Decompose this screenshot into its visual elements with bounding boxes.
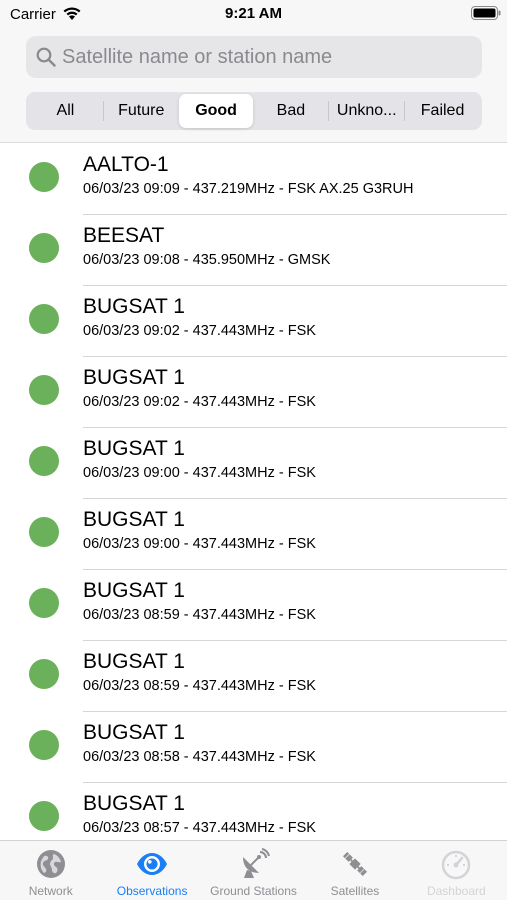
satellite-name: BUGSAT 1: [83, 579, 185, 602]
observation-row[interactable]: BUGSAT 1 06/03/23 08:58 - 437.443MHz - F…: [0, 712, 507, 783]
tab-observations[interactable]: Observations: [101, 841, 202, 900]
search-bar[interactable]: [26, 36, 482, 78]
observation-detail: 06/03/23 09:08 - 435.950MHz - GMSK: [83, 252, 331, 268]
observation-row[interactable]: BUGSAT 1 06/03/23 09:02 - 437.443MHz - F…: [0, 357, 507, 428]
filter-all-label: All: [56, 102, 75, 119]
status-good-indicator: [29, 659, 59, 689]
observation-row[interactable]: BEESAT 06/03/23 09:08 - 435.950MHz - GMS…: [0, 215, 507, 286]
status-bar: Carrier 9:21 AM: [0, 0, 507, 30]
tab-ground-stations[interactable]: Ground Stations: [203, 841, 304, 900]
observation-row[interactable]: BUGSAT 1 06/03/23 09:00 - 437.443MHz - F…: [0, 428, 507, 499]
filter-bad-label: Bad: [276, 102, 306, 119]
satellite-dish-icon: [242, 848, 270, 878]
status-good-indicator: [29, 446, 59, 476]
globe-icon: [36, 850, 65, 878]
status-good-indicator: [29, 730, 59, 760]
filter-failed-label: Failed: [420, 102, 465, 119]
satellite-name: BUGSAT 1: [83, 295, 185, 318]
tab-bar: Network Observations Ground Stations Sat…: [0, 840, 507, 900]
battery-icon: [471, 6, 501, 20]
satellite-name: BEESAT: [83, 224, 165, 247]
tab-observations-label: Observations: [116, 884, 188, 898]
observation-row[interactable]: BUGSAT 1 06/03/23 08:59 - 437.443MHz - F…: [0, 641, 507, 712]
observation-detail: 06/03/23 08:57 - 437.443MHz - FSK: [83, 820, 316, 836]
observations-list[interactable]: AALTO-1 06/03/23 09:09 - 437.219MHz - FS…: [0, 144, 507, 840]
filter-good-label: Good: [195, 102, 237, 119]
filter-all[interactable]: All: [28, 94, 103, 128]
tab-satellites-label: Satellites: [330, 884, 380, 898]
header-area: Carrier 9:21 AM All Future Good Bad Unkn…: [0, 0, 507, 143]
status-good-indicator: [29, 375, 59, 405]
status-good-indicator: [29, 162, 59, 192]
observation-row[interactable]: BUGSAT 1 06/03/23 09:02 - 437.443MHz - F…: [0, 286, 507, 357]
status-good-indicator: [29, 304, 59, 334]
observation-row[interactable]: BUGSAT 1 06/03/23 08:59 - 437.443MHz - F…: [0, 570, 507, 641]
gauge-icon: [442, 850, 471, 880]
tab-network[interactable]: Network: [0, 841, 101, 900]
filter-future[interactable]: Future: [104, 94, 179, 128]
search-input[interactable]: [62, 36, 472, 78]
filter-future-label: Future: [118, 102, 165, 119]
filter-unknown[interactable]: Unkno...: [329, 94, 404, 128]
satellite-icon: [342, 851, 367, 877]
eye-icon: [137, 853, 168, 875]
tab-dashboard-label: Dashboard: [426, 884, 486, 898]
observation-detail: 06/03/23 09:00 - 437.443MHz - FSK: [83, 465, 316, 481]
status-good-indicator: [29, 588, 59, 618]
observation-row[interactable]: BUGSAT 1 06/03/23 09:00 - 437.443MHz - F…: [0, 499, 507, 570]
satellite-name: BUGSAT 1: [83, 792, 185, 815]
tab-ground-stations-label: Ground Stations: [210, 884, 297, 898]
observation-detail: 06/03/23 09:09 - 437.219MHz - FSK AX.25 …: [83, 181, 414, 197]
satellite-name: BUGSAT 1: [83, 650, 185, 673]
satellite-name: BUGSAT 1: [83, 366, 185, 389]
filter-failed[interactable]: Failed: [405, 94, 480, 128]
status-good-indicator: [29, 517, 59, 547]
observation-row[interactable]: AALTO-1 06/03/23 09:09 - 437.219MHz - FS…: [0, 144, 507, 215]
observation-detail: 06/03/23 08:59 - 437.443MHz - FSK: [83, 678, 316, 694]
status-good-indicator: [29, 233, 59, 263]
status-good-indicator: [29, 801, 59, 831]
search-icon: [36, 47, 56, 67]
status-filter-segmented-control: All Future Good Bad Unkno... Failed: [26, 92, 482, 130]
observation-detail: 06/03/23 08:59 - 437.443MHz - FSK: [83, 607, 316, 623]
satellite-name: BUGSAT 1: [83, 437, 185, 460]
observation-detail: 06/03/23 09:02 - 437.443MHz - FSK: [83, 323, 316, 339]
observation-detail: 06/03/23 09:00 - 437.443MHz - FSK: [83, 536, 316, 552]
tab-dashboard[interactable]: Dashboard: [406, 841, 507, 900]
tab-network-label: Network: [28, 884, 73, 898]
observation-detail: 06/03/23 09:02 - 437.443MHz - FSK: [83, 394, 316, 410]
filter-unknown-label: Unkno...: [336, 102, 397, 119]
satellite-name: BUGSAT 1: [83, 508, 185, 531]
observation-row[interactable]: BUGSAT 1 06/03/23 08:57 - 437.443MHz - F…: [0, 783, 507, 840]
clock: 9:21 AM: [225, 5, 282, 22]
filter-good[interactable]: Good: [178, 94, 254, 128]
satellite-name: AALTO-1: [83, 153, 169, 176]
observation-detail: 06/03/23 08:58 - 437.443MHz - FSK: [83, 749, 316, 765]
satellite-name: BUGSAT 1: [83, 721, 185, 744]
filter-bad[interactable]: Bad: [253, 94, 328, 128]
tab-satellites[interactable]: Satellites: [304, 841, 405, 900]
